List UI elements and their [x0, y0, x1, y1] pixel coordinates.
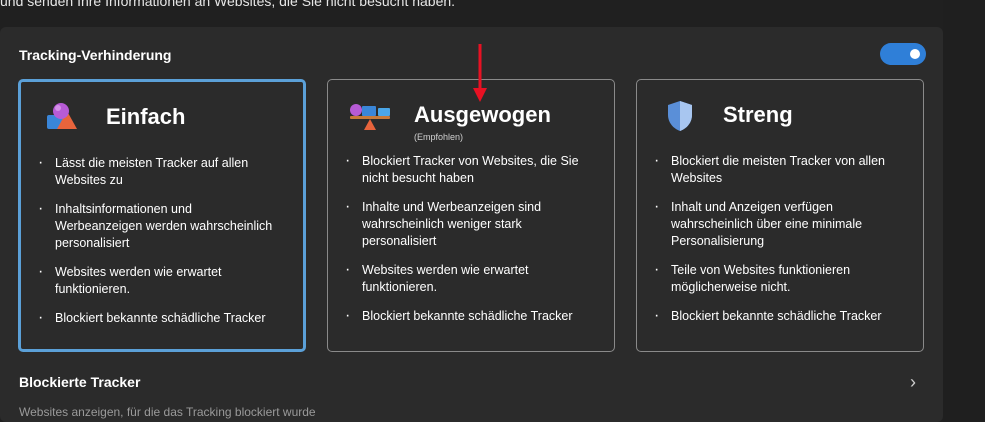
red-arrow-annotation: [472, 44, 488, 109]
card-basic[interactable]: Einfach Lässt die meisten Tracker auf al…: [18, 79, 306, 352]
card-title: Einfach: [106, 104, 186, 129]
list-item: Inhalte und Werbeanzeigen sind wahrschei…: [345, 198, 588, 250]
shapes-icon: [43, 101, 81, 138]
card-bullet-list: Blockiert die meisten Tracker von allen …: [637, 152, 897, 337]
list-item: Blockiert bekannte schädliche Tracker: [38, 309, 281, 327]
list-item: Inhaltsinformationen und Werbeanzeigen w…: [38, 200, 281, 252]
card-title: Streng: [723, 102, 793, 127]
card-bullet-list: Blockiert Tracker von Websites, die Sie …: [328, 152, 588, 337]
list-item: Teile von Websites funktionieren möglich…: [654, 261, 897, 296]
list-item: Blockiert bekannte schädliche Tracker: [345, 307, 588, 325]
list-item: Blockiert Tracker von Websites, die Sie …: [345, 152, 588, 187]
list-item: Blockiert bekannte schädliche Tracker: [654, 307, 897, 325]
card-bullet-list: Lässt die meisten Tracker auf allen Webs…: [21, 154, 281, 339]
right-margin: [943, 0, 985, 422]
blocked-trackers-description: Websites anzeigen, für die das Tracking …: [19, 405, 316, 419]
list-item: Lässt die meisten Tracker auf allen Webs…: [38, 154, 281, 189]
recommended-label: (Empfohlen): [414, 132, 464, 142]
list-item: Inhalt und Anzeigen verfügen wahrscheinl…: [654, 198, 897, 250]
blocked-trackers-title[interactable]: Blockierte Tracker: [19, 374, 140, 390]
balance-scale-icon: [348, 102, 394, 137]
card-strict[interactable]: Streng Blockiert die meisten Tracker von…: [636, 79, 924, 352]
list-item: Blockiert die meisten Tracker von allen …: [654, 152, 897, 187]
card-balanced[interactable]: Ausgewogen (Empfohlen) Blockiert Tracker…: [327, 79, 615, 352]
list-item: Websites werden wie erwartet funktionier…: [38, 263, 281, 298]
intro-text: und senden Ihre Informationen an Website…: [0, 0, 456, 9]
shield-icon: [667, 100, 693, 137]
toggle-knob: [910, 49, 920, 59]
list-item: Websites werden wie erwartet funktionier…: [345, 261, 588, 296]
chevron-right-icon[interactable]: ›: [910, 372, 916, 393]
tracking-prevention-toggle[interactable]: [880, 43, 926, 65]
section-title: Tracking-Verhinderung: [19, 47, 172, 63]
